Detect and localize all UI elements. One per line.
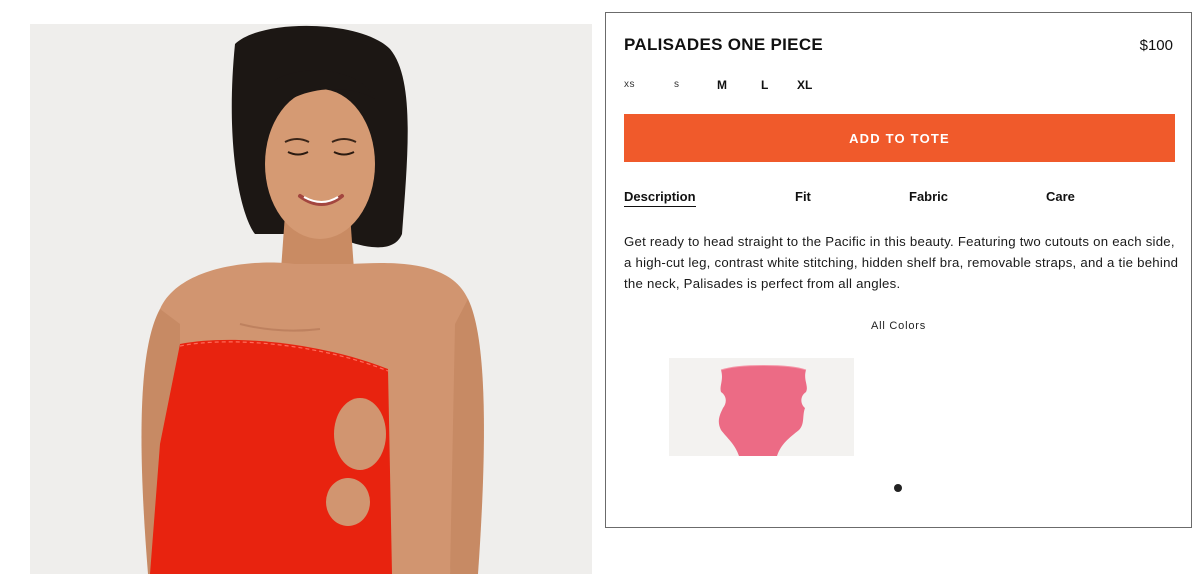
model-illustration: [30, 24, 592, 574]
add-to-tote-button[interactable]: ADD TO TOTE: [624, 114, 1175, 162]
product-image: [30, 24, 592, 574]
product-description: Get ready to head straight to the Pacifi…: [624, 234, 1179, 291]
product-title: PALISADES ONE PIECE: [624, 35, 824, 54]
size-option-xl[interactable]: XL: [797, 77, 837, 93]
carousel-dot[interactable]: [894, 484, 902, 492]
all-colors-heading: All Colors: [870, 320, 927, 332]
tab-fabric[interactable]: Fabric: [909, 189, 948, 206]
size-selector: xs s M L XL: [624, 77, 837, 93]
tab-fit[interactable]: Fit: [795, 189, 811, 206]
tab-care[interactable]: Care: [1046, 189, 1075, 206]
product-price: $100: [1139, 37, 1173, 54]
size-option-s[interactable]: s: [674, 77, 717, 93]
size-option-l[interactable]: L: [761, 77, 797, 93]
color-swatch-pink[interactable]: [669, 358, 854, 456]
size-option-m[interactable]: M: [717, 77, 761, 93]
swimsuit-thumbnail: [669, 358, 854, 456]
product-info-tabs: Description Fit Fabric Care: [624, 189, 1184, 211]
product-details-panel: PALISADES ONE PIECE $100 xs s M L XL ADD…: [605, 12, 1192, 528]
size-option-xs[interactable]: xs: [624, 77, 674, 93]
tab-description[interactable]: Description: [624, 189, 696, 207]
